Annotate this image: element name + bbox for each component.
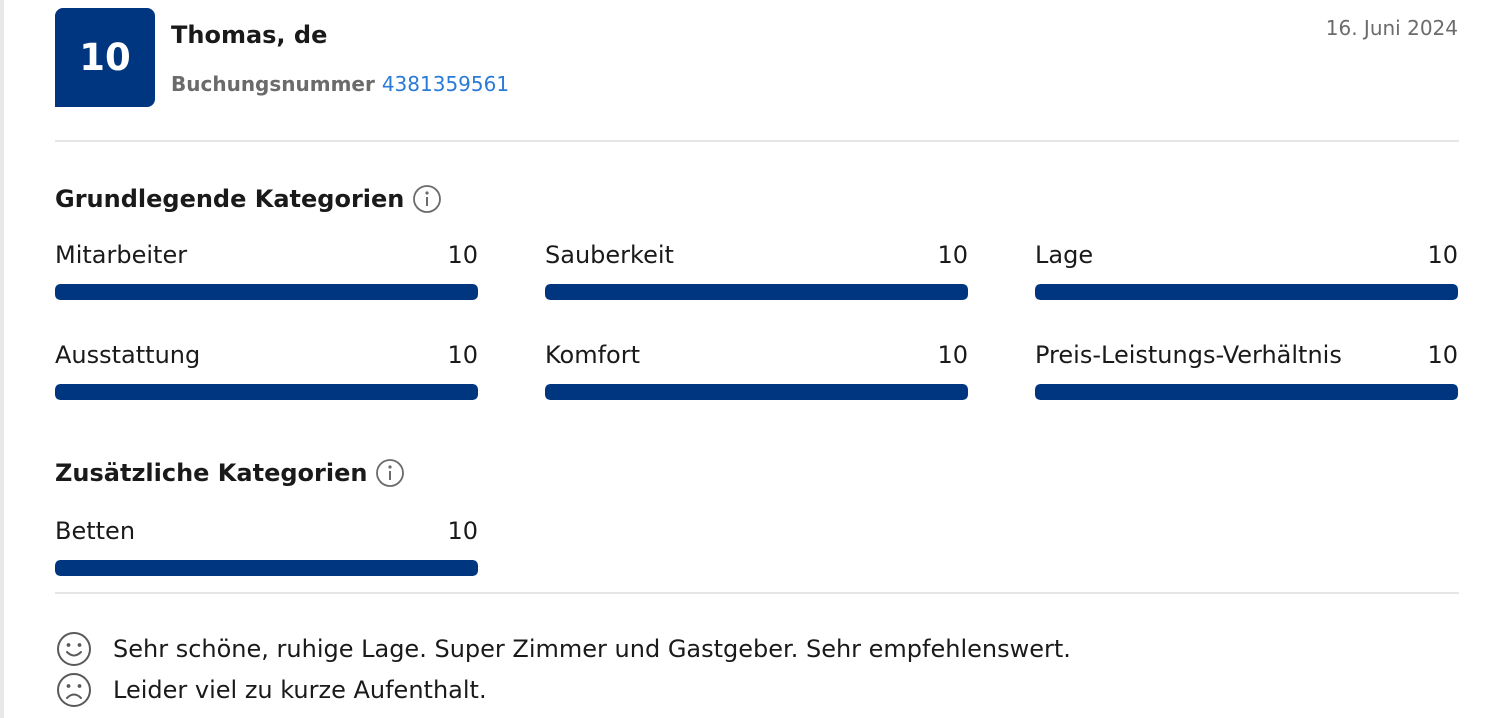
- category-label: Preis-Leistungs-Verhältnis: [1035, 341, 1342, 369]
- category-mitarbeiter: Mitarbeiter 10: [55, 240, 478, 300]
- left-border: [0, 0, 4, 718]
- category-sauberkeit: Sauberkeit 10: [545, 240, 968, 300]
- category-lage: Lage 10: [1035, 240, 1458, 300]
- score-bar-fill: [545, 384, 968, 400]
- positive-comment-text: Sehr schöne, ruhige Lage. Super Zimmer u…: [113, 635, 1071, 663]
- negative-comment-text: Leider viel zu kurze Aufenthalt.: [113, 676, 487, 704]
- category-label: Mitarbeiter: [55, 241, 188, 269]
- reviewer-name: Thomas, de: [171, 21, 328, 49]
- category-label: Betten: [55, 517, 136, 545]
- header-divider: [55, 140, 1459, 142]
- booking-info: Buchungsnummer 4381359561: [171, 70, 509, 98]
- positive-comment: Sehr schöne, ruhige Lage. Super Zimmer u…: [55, 631, 1071, 667]
- score-bar-fill: [1035, 284, 1458, 300]
- category-score: 10: [447, 241, 478, 269]
- comments-divider: [55, 592, 1459, 594]
- category-komfort: Komfort 10: [545, 340, 968, 400]
- category-score: 10: [447, 341, 478, 369]
- score-bar-track: [55, 560, 478, 576]
- score-bar-fill: [55, 284, 478, 300]
- booking-number-link[interactable]: 4381359561: [382, 72, 509, 96]
- sad-face-icon: [55, 671, 93, 709]
- review-score-badge: 10: [55, 8, 155, 107]
- score-bar-fill: [55, 384, 478, 400]
- additional-categories-heading: Zusätzliche Kategorien: [55, 456, 405, 490]
- score-bar-track: [545, 284, 968, 300]
- category-score: 10: [937, 241, 968, 269]
- category-score: 10: [447, 517, 478, 545]
- basic-categories-title: Grundlegende Kategorien: [55, 185, 405, 213]
- additional-categories-title: Zusätzliche Kategorien: [55, 459, 368, 487]
- category-score: 10: [1427, 241, 1458, 269]
- info-icon[interactable]: [412, 184, 442, 214]
- score-bar-track: [1035, 384, 1458, 400]
- category-label: Lage: [1035, 241, 1094, 269]
- category-label: Sauberkeit: [545, 241, 674, 269]
- smiley-face-icon: [55, 630, 93, 668]
- booking-number-label: Buchungsnummer: [171, 72, 375, 96]
- score-bar-fill: [1035, 384, 1458, 400]
- score-bar-track: [55, 284, 478, 300]
- info-icon[interactable]: [375, 458, 405, 488]
- category-betten: Betten 10: [55, 516, 478, 576]
- score-bar-track: [1035, 284, 1458, 300]
- score-bar-track: [55, 384, 478, 400]
- category-ausstattung: Ausstattung 10: [55, 340, 478, 400]
- review-date: 16. Juni 2024: [1325, 16, 1458, 40]
- category-label: Komfort: [545, 341, 641, 369]
- basic-categories-heading: Grundlegende Kategorien: [55, 182, 442, 216]
- negative-comment: Leider viel zu kurze Aufenthalt.: [55, 672, 487, 708]
- category-score: 10: [937, 341, 968, 369]
- category-preis-leistungs-verhaeltnis: Preis-Leistungs-Verhältnis 10: [1035, 340, 1458, 400]
- score-bar-fill: [55, 560, 478, 576]
- score-bar-track: [545, 384, 968, 400]
- category-score: 10: [1427, 341, 1458, 369]
- score-bar-fill: [545, 284, 968, 300]
- category-label: Ausstattung: [55, 341, 201, 369]
